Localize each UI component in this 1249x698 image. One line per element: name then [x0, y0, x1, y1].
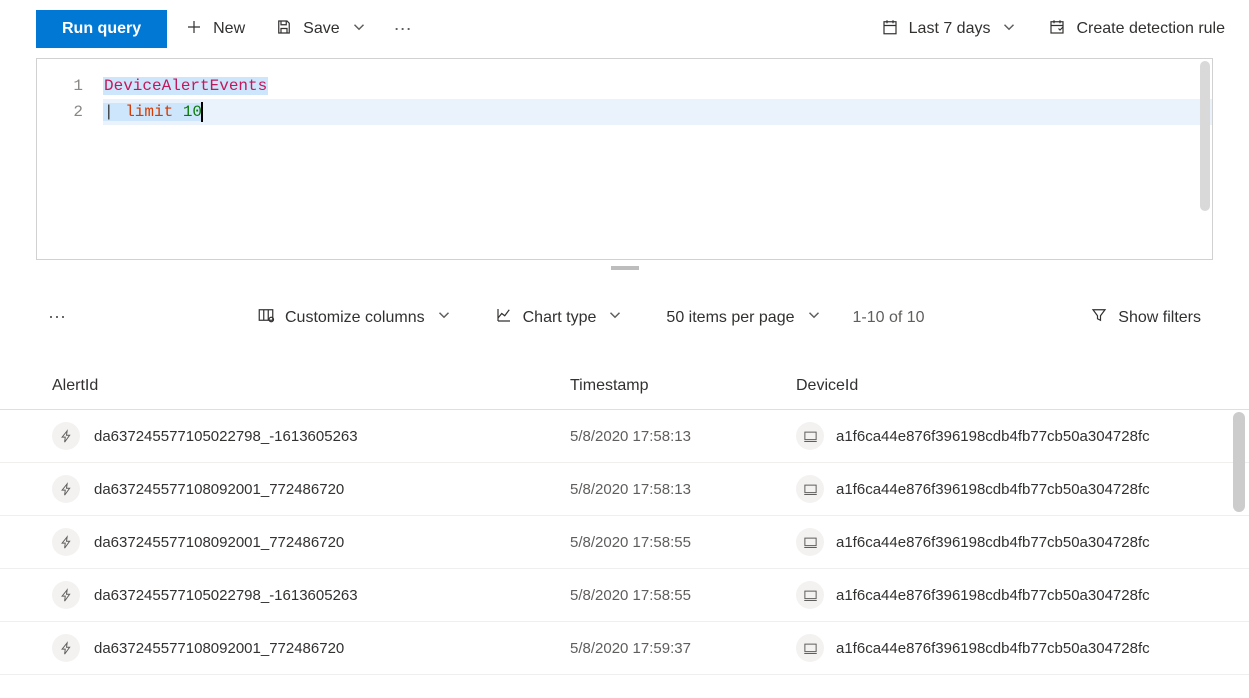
columns-icon	[257, 306, 275, 329]
cell-timestamp: 5/8/2020 17:58:55	[570, 534, 796, 551]
cell-alertid: da637245577105022798_-1613605263	[94, 428, 358, 445]
table-row[interactable]: da637245577108092001_772486720 5/8/2020 1…	[0, 516, 1249, 569]
gutter-line-1: 1	[37, 73, 103, 99]
detection-rule-icon	[1048, 18, 1066, 41]
results-scrollbar[interactable]	[1233, 412, 1245, 512]
text-cursor	[201, 102, 203, 122]
col-header-timestamp[interactable]: Timestamp	[570, 377, 796, 395]
bolt-icon	[52, 422, 80, 450]
device-icon	[796, 581, 824, 609]
save-icon	[275, 18, 293, 41]
cell-timestamp: 5/8/2020 17:58:13	[570, 481, 796, 498]
code-line-2: | limit 10	[103, 99, 1212, 125]
table-row[interactable]: da637245577105022798_-1613605263 5/8/2020…	[0, 410, 1249, 463]
token-number: 10	[183, 103, 202, 121]
cell-alertid: da637245577108092001_772486720	[94, 481, 344, 498]
cell-timestamp: 5/8/2020 17:58:55	[570, 587, 796, 604]
more-actions-button[interactable]: ⋯	[386, 19, 423, 40]
show-filters-button[interactable]: Show filters	[1078, 300, 1213, 335]
chart-icon	[495, 306, 513, 329]
token-table: DeviceAlertEvents	[103, 77, 268, 95]
page-size-dropdown[interactable]: 50 items per page	[654, 300, 834, 335]
plus-icon	[185, 18, 203, 41]
time-range-dropdown[interactable]: Last 7 days	[869, 12, 1031, 47]
main-toolbar: Run query New Save ⋯ Last 7 days Create …	[0, 0, 1249, 58]
device-icon	[796, 634, 824, 662]
device-icon	[796, 475, 824, 503]
code-area[interactable]: DeviceAlertEvents | limit 10	[103, 59, 1212, 259]
save-button[interactable]: Save	[263, 12, 379, 47]
bolt-icon	[52, 528, 80, 556]
token-limit: limit	[125, 103, 183, 121]
create-rule-label: Create detection rule	[1076, 20, 1225, 38]
cell-timestamp: 5/8/2020 17:59:37	[570, 640, 796, 657]
new-label: New	[213, 20, 245, 38]
chart-label: Chart type	[523, 309, 597, 327]
chevron-down-icon	[606, 306, 624, 329]
query-editor[interactable]: 1 2 DeviceAlertEvents | limit 10	[36, 58, 1213, 260]
filter-icon	[1090, 306, 1108, 329]
cell-deviceid: a1f6ca44e876f396198cdb4fb77cb50a304728fc	[836, 481, 1150, 498]
new-button[interactable]: New	[173, 12, 257, 47]
token-pipe: |	[103, 103, 125, 121]
cell-alertid: da637245577105022798_-1613605263	[94, 587, 358, 604]
create-detection-rule-button[interactable]: Create detection rule	[1036, 12, 1237, 47]
customize-label: Customize columns	[285, 309, 425, 327]
gutter-line-2: 2	[37, 99, 103, 125]
results-rows: da637245577105022798_-1613605263 5/8/2020…	[0, 410, 1249, 675]
bolt-icon	[52, 634, 80, 662]
line-gutter: 1 2	[37, 59, 103, 259]
cell-deviceid: a1f6ca44e876f396198cdb4fb77cb50a304728fc	[836, 587, 1150, 604]
results-toolbar: ⋯ Customize columns Chart type 50 items …	[0, 270, 1249, 347]
device-icon	[796, 528, 824, 556]
bolt-icon	[52, 581, 80, 609]
code-line-1: DeviceAlertEvents	[103, 73, 1212, 99]
editor-scrollbar[interactable]	[1200, 61, 1210, 211]
chart-type-button[interactable]: Chart type	[483, 300, 637, 335]
time-range-label: Last 7 days	[909, 20, 991, 38]
cell-deviceid: a1f6ca44e876f396198cdb4fb77cb50a304728fc	[836, 640, 1150, 657]
results-more-button[interactable]: ⋯	[48, 307, 69, 328]
calendar-icon	[881, 18, 899, 41]
chevron-down-icon	[435, 306, 453, 329]
col-header-deviceid[interactable]: DeviceId	[796, 377, 1213, 395]
page-size-label: 50 items per page	[666, 309, 794, 327]
run-query-button[interactable]: Run query	[36, 10, 167, 48]
bolt-icon	[52, 475, 80, 503]
chevron-down-icon	[805, 306, 823, 329]
cell-alertid: da637245577108092001_772486720	[94, 534, 344, 551]
device-icon	[796, 422, 824, 450]
save-label: Save	[303, 20, 339, 38]
cell-alertid: da637245577108092001_772486720	[94, 640, 344, 657]
run-query-label: Run query	[62, 20, 141, 37]
col-header-alertid[interactable]: AlertId	[52, 377, 570, 395]
customize-columns-button[interactable]: Customize columns	[245, 300, 465, 335]
chevron-down-icon	[1000, 18, 1018, 41]
table-row[interactable]: da637245577108092001_772486720 5/8/2020 1…	[0, 463, 1249, 516]
cell-deviceid: a1f6ca44e876f396198cdb4fb77cb50a304728fc	[836, 428, 1150, 445]
table-row[interactable]: da637245577108092001_772486720 5/8/2020 1…	[0, 622, 1249, 675]
table-row[interactable]: da637245577105022798_-1613605263 5/8/2020…	[0, 569, 1249, 622]
table-header: AlertId Timestamp DeviceId	[0, 347, 1249, 410]
result-range-label: 1-10 of 10	[853, 309, 925, 327]
cell-timestamp: 5/8/2020 17:58:13	[570, 428, 796, 445]
chevron-down-icon	[350, 18, 368, 41]
filters-label: Show filters	[1118, 309, 1201, 327]
cell-deviceid: a1f6ca44e876f396198cdb4fb77cb50a304728fc	[836, 534, 1150, 551]
